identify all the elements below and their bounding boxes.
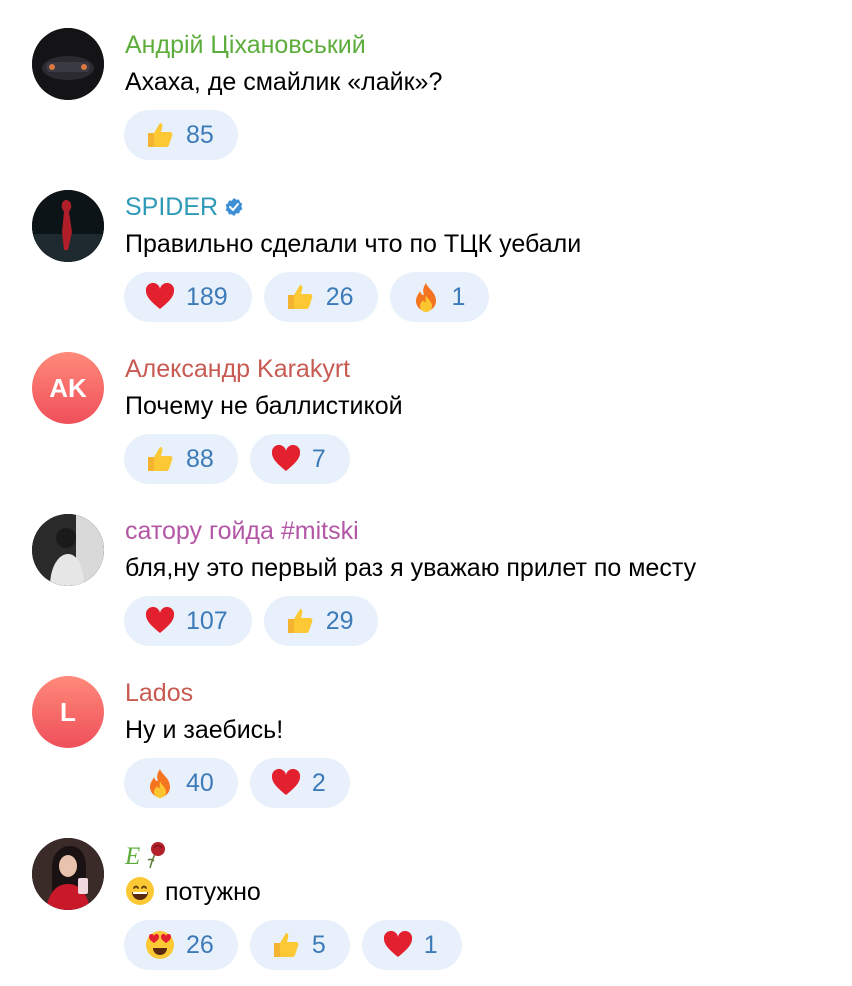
comment-text: Почему не баллистикой	[125, 392, 403, 420]
heart-icon	[270, 767, 302, 799]
thumbs-up-icon	[144, 119, 176, 151]
comment-text: Правильно сделали что по ТЦК уебали	[125, 230, 582, 258]
reaction-fire[interactable]: 1	[389, 272, 490, 322]
reaction-count: 29	[325, 606, 354, 635]
reaction-heart[interactable]: 7	[249, 434, 350, 484]
heart-icon	[144, 281, 176, 313]
avatar[interactable]: L	[32, 676, 104, 748]
comment-text: Ну и заебись!	[125, 716, 284, 744]
avatar[interactable]	[32, 514, 104, 586]
grinning-face-icon	[126, 877, 154, 905]
fire-icon	[144, 767, 176, 799]
comment-text: Ахаха, де смайлик «лайк»?	[125, 68, 443, 96]
comment-text: бля,ну это первый раз я уважаю прилет по…	[125, 554, 697, 582]
reaction-count: 1	[423, 930, 438, 959]
comment-author[interactable]: Lados	[125, 678, 193, 708]
reaction-count: 7	[311, 444, 326, 473]
fire-icon	[410, 281, 442, 313]
reaction-count: 5	[311, 930, 326, 959]
author-name: SPIDER	[125, 193, 219, 221]
author-name: E	[125, 843, 141, 870]
heart-icon	[382, 929, 414, 961]
avatar[interactable]	[32, 190, 104, 262]
thumbs-up-icon	[284, 281, 316, 313]
comment-author[interactable]: Андрій Ціхановський	[125, 30, 366, 60]
reaction-thumbs-up[interactable]: 26	[263, 272, 378, 322]
heart-icon	[144, 605, 176, 637]
comment-text: потужно	[125, 876, 261, 908]
reaction-heart[interactable]: 107	[124, 596, 252, 646]
reaction-count: 189	[186, 282, 228, 311]
comment-author[interactable]: E	[125, 840, 168, 872]
reaction-heart[interactable]: 2	[249, 758, 350, 808]
reactions-bar: 40 2	[124, 758, 350, 808]
reaction-count: 2	[311, 768, 326, 797]
reaction-thumbs-up[interactable]: 5	[249, 920, 350, 970]
reactions-bar: 85	[124, 110, 238, 160]
comment-author[interactable]: Александр Karakyrt	[125, 354, 350, 384]
rose-icon	[147, 842, 166, 869]
reaction-count: 85	[186, 120, 214, 149]
reaction-heart[interactable]: 189	[124, 272, 252, 322]
reaction-thumbs-up[interactable]: 29	[263, 596, 378, 646]
thumbs-up-icon	[270, 929, 302, 961]
reaction-heart[interactable]: 1	[361, 920, 462, 970]
heart-icon	[270, 443, 302, 475]
verified-icon	[225, 198, 243, 216]
reactions-bar: 107 29	[124, 596, 378, 646]
avatar[interactable]	[32, 838, 104, 910]
reactions-bar: 189 26 1	[124, 272, 490, 322]
reaction-count: 26	[186, 930, 214, 959]
reaction-count: 1	[451, 282, 466, 311]
reaction-heart-eyes[interactable]: 26	[124, 920, 238, 970]
comment-text-body: потужно	[165, 878, 261, 906]
reactions-bar: 88 7	[124, 434, 350, 484]
reaction-thumbs-up[interactable]: 88	[124, 434, 238, 484]
reaction-count: 40	[186, 768, 214, 797]
reaction-fire[interactable]: 40	[124, 758, 238, 808]
thumbs-up-icon	[144, 443, 176, 475]
heart-eyes-icon	[144, 929, 176, 961]
reaction-count: 88	[186, 444, 214, 473]
avatar[interactable]: AK	[32, 352, 104, 424]
avatar[interactable]	[32, 28, 104, 100]
thumbs-up-icon	[284, 605, 316, 637]
reaction-count: 26	[325, 282, 354, 311]
comment-author[interactable]: сатору гойда #mitski	[125, 516, 359, 546]
comment-author[interactable]: SPIDER	[125, 192, 244, 222]
reactions-bar: 26 5 1	[124, 920, 462, 970]
reaction-thumbs-up[interactable]: 85	[124, 110, 238, 160]
reaction-count: 107	[186, 606, 228, 635]
